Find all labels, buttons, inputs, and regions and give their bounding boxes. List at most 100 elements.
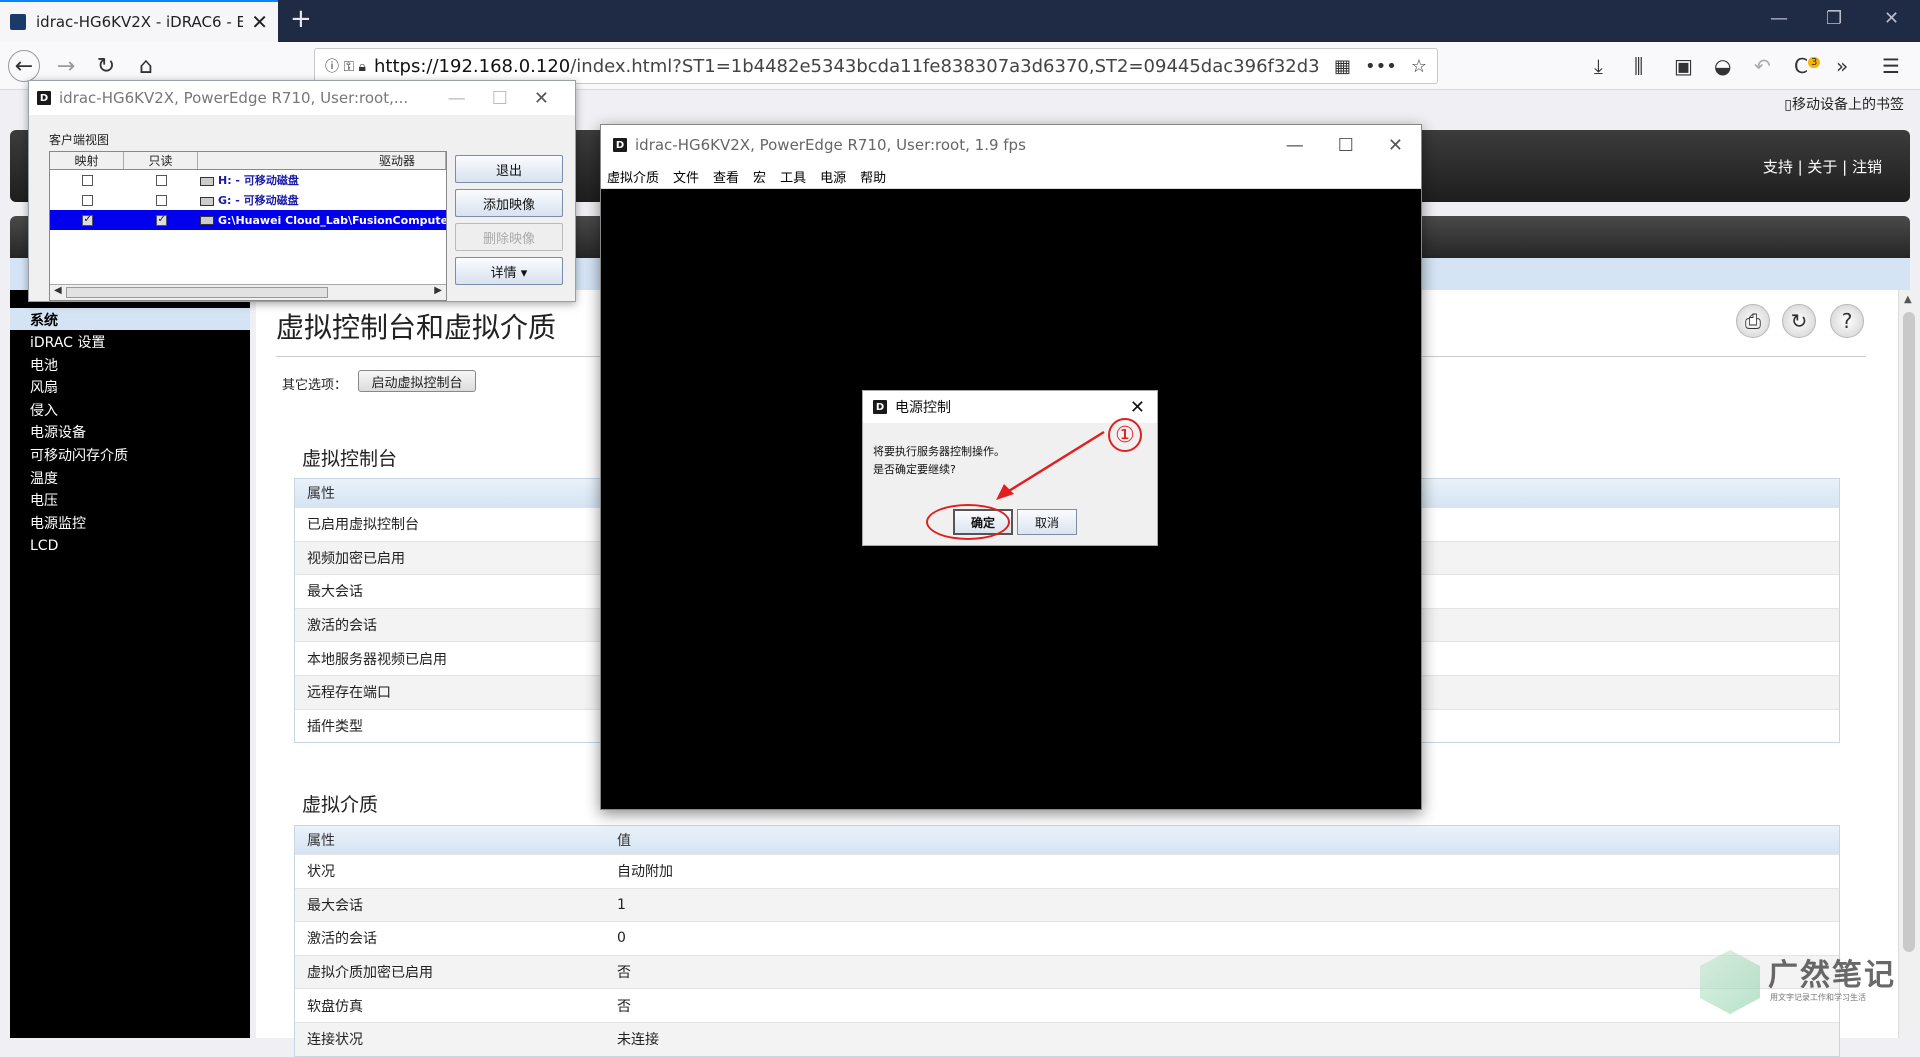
drive-row-selected[interactable]: G:\Huawei Cloud_Lab\FusionCompute\Fu xyxy=(50,210,446,230)
refresh-icon[interactable]: ↻ xyxy=(1782,304,1816,338)
readonly-checkbox[interactable] xyxy=(155,194,167,206)
window-close-icon[interactable]: ✕ xyxy=(1884,8,1899,29)
undo-icon[interactable]: ↶ xyxy=(1754,54,1771,78)
map-checkbox[interactable] xyxy=(81,174,93,186)
close-icon[interactable]: ✕ xyxy=(1130,397,1145,418)
col-map[interactable]: 映射 xyxy=(50,152,124,169)
mobile-bookmarks[interactable]: ▯移动设备上的书签 xyxy=(1784,94,1904,114)
badge-count: 3 xyxy=(1807,57,1821,69)
sidebar-group-system[interactable]: 系统 xyxy=(10,308,250,330)
minimize-icon[interactable]: — xyxy=(448,88,466,109)
back-icon[interactable]: ← xyxy=(8,50,40,82)
sidebar-item[interactable]: 可移动闪存介质 xyxy=(10,445,128,468)
vm-titlebar[interactable]: D idrac-HG6KV2X, PowerEdge R710, User:ro… xyxy=(29,81,575,115)
virtual-media-window: D idrac-HG6KV2X, PowerEdge R710, User:ro… xyxy=(28,80,576,302)
new-tab-button[interactable]: + xyxy=(290,4,312,34)
url-text[interactable]: https://192.168.0.120/index.html?ST1=1b4… xyxy=(374,56,1320,77)
menu-help[interactable]: 帮助 xyxy=(860,167,886,186)
vm-window-title: idrac-HG6KV2X, PowerEdge R710, User:root… xyxy=(59,89,409,107)
dialog-message: 将要执行服务器控制操作。 xyxy=(873,445,1005,458)
scroll-left-icon[interactable]: ◀ xyxy=(54,285,62,296)
minimize-icon[interactable]: — xyxy=(1286,135,1304,156)
table-row: 连接状况 未连接 xyxy=(295,1021,1839,1056)
library-icon[interactable]: ⫼ xyxy=(1634,54,1643,78)
extension-icon[interactable]: ◒ xyxy=(1714,54,1731,78)
qr-code-icon[interactable]: ▦ xyxy=(1334,56,1351,77)
sidebar-item[interactable]: 风扇 xyxy=(10,377,128,400)
restore-icon[interactable]: ❐ xyxy=(1826,8,1842,29)
addon-badge-icon[interactable]: C3 xyxy=(1794,54,1821,78)
drive-row[interactable]: H: - 可移动磁盘 xyxy=(50,170,446,190)
drive-row[interactable]: G: - 可移动磁盘 xyxy=(50,190,446,210)
dialog-title: 电源控制 xyxy=(895,400,951,416)
forward-icon[interactable]: → xyxy=(50,50,82,82)
table-row: 激活的会话 0 xyxy=(295,921,1839,955)
col-drive[interactable]: 驱动器 xyxy=(198,152,446,169)
reload-icon[interactable]: ↻ xyxy=(90,50,122,82)
remove-image-button[interactable]: 删除映像 xyxy=(455,223,563,251)
watermark: 广然笔记 用文字记录工作和学习生活 xyxy=(1700,946,1900,1016)
menu-tools[interactable]: 工具 xyxy=(780,167,806,186)
close-tab-icon[interactable]: ✕ xyxy=(251,10,268,34)
sidebar-item[interactable]: 侵入 xyxy=(10,400,128,423)
menu-macro[interactable]: 宏 xyxy=(753,167,766,186)
menu-power[interactable]: 电源 xyxy=(820,167,846,186)
add-image-button[interactable]: 添加映像 xyxy=(455,189,563,217)
col-readonly[interactable]: 只读 xyxy=(124,152,198,169)
menu-icon[interactable]: ☰ xyxy=(1882,54,1900,78)
sidebar-icon[interactable]: ▣ xyxy=(1674,54,1693,78)
header-links[interactable]: 支持 | 关于 | 注销 xyxy=(1763,156,1882,177)
site-info-icon[interactable]: ⓘ ⚿ 🔒︎ xyxy=(325,56,366,76)
sidebar-item[interactable]: 温度 xyxy=(10,468,128,491)
scroll-up-icon[interactable]: ▲ xyxy=(1904,294,1912,305)
print-icon[interactable]: ⎙ xyxy=(1736,304,1770,338)
menu-view[interactable]: 查看 xyxy=(713,167,739,186)
idrac-favicon-icon xyxy=(10,14,26,30)
readonly-checkbox[interactable] xyxy=(155,214,167,226)
exit-button[interactable]: 退出 xyxy=(455,155,563,183)
sidebar-item[interactable]: 电源监控 xyxy=(10,513,128,536)
dialog-question: 是否确定要继续? xyxy=(873,463,956,476)
sidebar-item[interactable]: 电池 xyxy=(10,355,128,378)
sidebar-item[interactable]: 电压 xyxy=(10,490,128,513)
maximize-icon[interactable]: ☐ xyxy=(1338,135,1354,156)
page-scrollbar[interactable]: ▲ xyxy=(1898,290,1918,1038)
url-bar[interactable]: ⓘ ⚿ 🔒︎ https://192.168.0.120/index.html?… xyxy=(314,48,1438,84)
grid-hscrollbar[interactable]: ◀ ▶ xyxy=(50,284,446,300)
map-checkbox[interactable] xyxy=(81,194,93,206)
console-titlebar[interactable]: D idrac-HG6KV2X, PowerEdge R710, User:ro… xyxy=(601,125,1421,165)
home-icon[interactable]: ⌂ xyxy=(130,50,162,82)
readonly-checkbox[interactable] xyxy=(155,174,167,186)
watermark-title: 广然笔记 xyxy=(1768,958,1896,993)
help-icon[interactable]: ? xyxy=(1830,304,1864,338)
cancel-button[interactable]: 取消 xyxy=(1017,509,1077,535)
grid-header: 映射 只读 驱动器 xyxy=(50,152,446,170)
bookmark-star-icon[interactable]: ☆ xyxy=(1411,56,1427,77)
table-row: 软盘仿真否 xyxy=(295,988,1839,1022)
scroll-right-icon[interactable]: ▶ xyxy=(434,285,442,296)
media-properties-table: 属性值 状况 自动附加 最大会话 1 激活的会话 0 虚拟介质加密已启用否 软盘仿真否… xyxy=(294,825,1840,1057)
dialog-titlebar[interactable]: D 电源控制 ✕ xyxy=(863,391,1157,423)
scroll-thumb[interactable] xyxy=(66,287,328,298)
map-checkbox[interactable] xyxy=(81,214,93,226)
sidebar-item[interactable]: 电源设备 xyxy=(10,422,128,445)
maximize-icon[interactable]: ☐ xyxy=(492,88,508,109)
sidebar-list: iDRAC 设置 电池 风扇 侵入 电源设备 可移动闪存介质 温度 电压 电源监… xyxy=(10,332,128,558)
drive-mapping-grid: 映射 只读 驱动器 H: - 可移动磁盘 G: - 可移动磁盘 G:\Huawe… xyxy=(49,151,447,301)
overflow-icon[interactable]: » xyxy=(1836,54,1848,78)
scroll-thumb[interactable] xyxy=(1903,312,1915,952)
details-button[interactable]: 详情 ▾ xyxy=(455,257,563,285)
close-icon[interactable]: ✕ xyxy=(1388,135,1403,156)
menu-file[interactable]: 文件 xyxy=(673,167,699,186)
launch-console-button[interactable]: 启动虚拟控制台 xyxy=(358,370,476,392)
menu-virtual-media[interactable]: 虚拟介质 xyxy=(607,167,659,186)
sidebar-item[interactable]: iDRAC 设置 xyxy=(10,332,128,355)
download-icon[interactable]: ⤓ xyxy=(1594,54,1603,78)
minimize-icon[interactable]: — xyxy=(1770,8,1788,29)
watermark-logo-icon xyxy=(1700,950,1760,1014)
browser-tab[interactable]: idrac-HG6KV2X - iDRAC6 - E ✕ xyxy=(0,0,278,42)
drive-icon xyxy=(200,196,214,206)
page-actions-icon[interactable]: ••• xyxy=(1365,56,1397,77)
sidebar-item[interactable]: LCD xyxy=(10,535,128,558)
close-icon[interactable]: ✕ xyxy=(534,88,549,109)
